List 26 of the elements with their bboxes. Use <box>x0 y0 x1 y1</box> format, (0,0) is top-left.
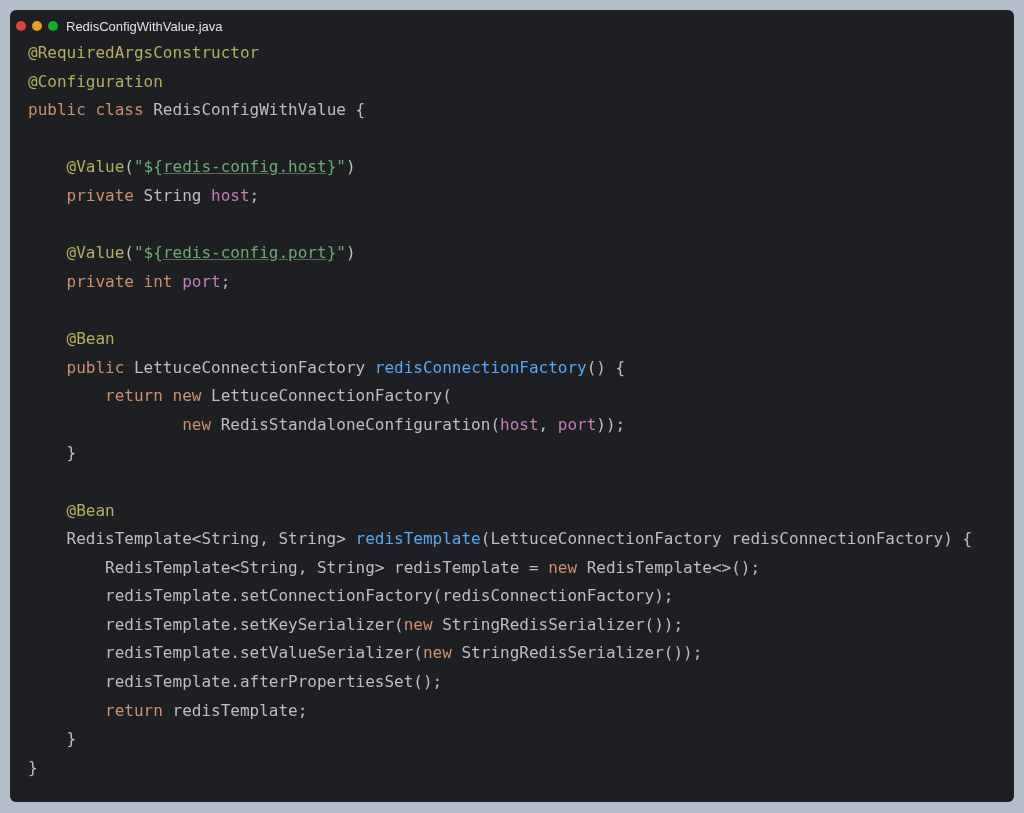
code-line: private int port; <box>65 270 231 293</box>
code-line: return redisTemplate; <box>104 699 308 722</box>
code-line: public class RedisConfigWithValue { <box>28 99 366 122</box>
window-title: RedisConfigWithValue.java <box>66 18 223 34</box>
maximize-icon[interactable] <box>48 21 58 31</box>
code-line: @Bean <box>65 327 115 350</box>
code-line: redisTemplate.setValueSerializer(new StringRedisSerializer()); <box>104 642 703 665</box>
code-line: redisTemplate.setKeySerializer(new StringRedisSerializer()); <box>104 613 684 636</box>
code-line: private String host; <box>65 184 260 207</box>
code-line: redisTemplate.setConnectionFactory(redisConnectionFactory); <box>104 585 674 608</box>
code-line: @Bean <box>65 499 115 522</box>
code-line: return new LettuceConnectionFactory( <box>104 385 452 408</box>
code-line: @Value("${redis-config.host}") <box>65 156 356 179</box>
code-line: public LettuceConnectionFactory redisConnectionFactory() { <box>65 356 626 379</box>
code-line: RedisTemplate<String, String> redisTemplate(LettuceConnectionFactory redisConnectionFactory) { <box>65 528 973 551</box>
code-line: new RedisStandaloneConfiguration(host, port)); <box>181 413 626 436</box>
code-line: redisTemplate.afterPropertiesSet(); <box>104 671 443 694</box>
close-icon[interactable] <box>16 21 26 31</box>
code-line: @Value("${redis-config.port}") <box>65 242 356 265</box>
code-line: } <box>28 756 38 779</box>
minimize-icon[interactable] <box>32 21 42 31</box>
code-line: RedisTemplate<String, String> redisTemplate = new RedisTemplate<>(); <box>104 556 761 579</box>
code-line: } <box>65 728 77 751</box>
code-line: @Configuration <box>28 70 163 93</box>
code-line: } <box>65 442 77 465</box>
code-line: @RequiredArgsConstructor <box>28 42 260 64</box>
